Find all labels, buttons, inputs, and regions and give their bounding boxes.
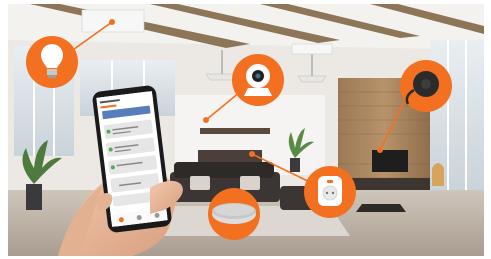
streaming-dongle-icon — [400, 60, 452, 112]
hub-puck-icon — [208, 188, 260, 240]
light-bulb-icon — [26, 36, 78, 88]
side-table — [356, 204, 406, 212]
tv-screen — [372, 150, 408, 172]
wall-shelf — [200, 128, 270, 134]
vase — [432, 163, 444, 186]
power-plug-icon — [304, 166, 356, 218]
scene-illustration — [8, 4, 484, 256]
smart-home-scene — [0, 0, 491, 259]
camera-icon — [232, 54, 284, 106]
